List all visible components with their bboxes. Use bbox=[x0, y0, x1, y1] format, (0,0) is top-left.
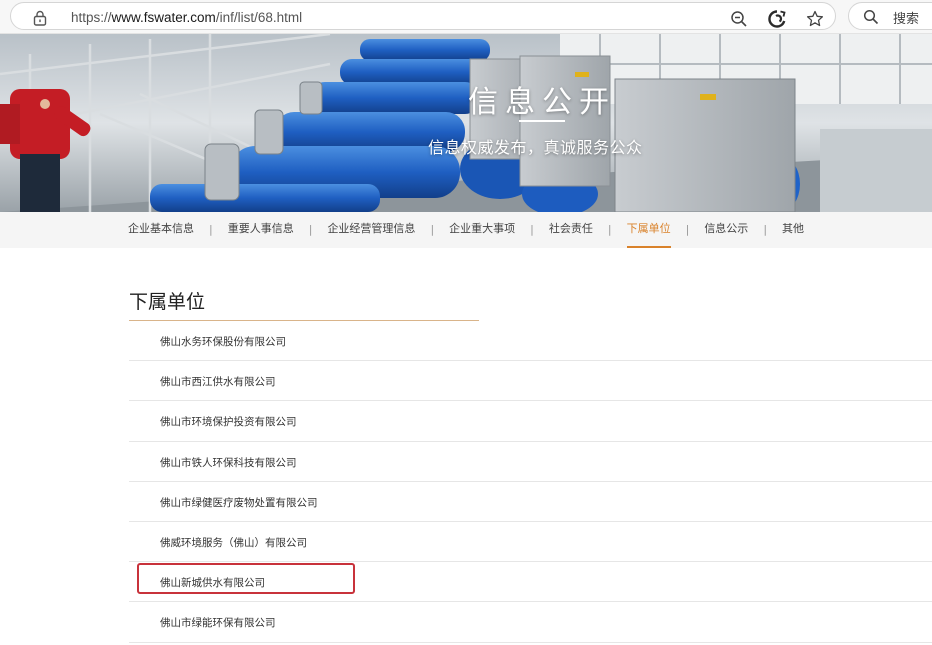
edge-refresh-icon[interactable] bbox=[767, 9, 787, 29]
hero-banner: 信息公开 信息权威发布，真诚服务公众 bbox=[0, 34, 932, 212]
banner-subtitle: 信息权威发布，真诚服务公众 bbox=[428, 138, 643, 157]
nav-tab-active[interactable]: 下属单位 bbox=[626, 212, 671, 248]
nav-tab[interactable]: 其他 bbox=[782, 212, 804, 248]
banner-title: 信息公开 bbox=[468, 85, 616, 120]
company-link[interactable]: 佛山市绿健医疗废物处置有限公司 bbox=[160, 495, 318, 510]
nav-tab[interactable]: 信息公示 bbox=[704, 212, 748, 248]
company-link[interactable]: 佛威环境服务（佛山）有限公司 bbox=[160, 535, 307, 550]
favorite-star-icon[interactable] bbox=[805, 9, 825, 29]
list-item: 佛山市绿健医疗废物处置有限公司 bbox=[129, 482, 932, 522]
nav-separator: | bbox=[763, 223, 768, 236]
nav-separator: | bbox=[308, 223, 313, 236]
banner-divider bbox=[519, 120, 565, 122]
browser-search-button[interactable]: 搜索 bbox=[848, 2, 932, 30]
lock-icon[interactable] bbox=[33, 10, 47, 26]
nav-separator: | bbox=[607, 223, 612, 236]
search-label: 搜索 bbox=[893, 12, 920, 27]
page-title: 下属单位 bbox=[129, 291, 206, 313]
highlight-box bbox=[137, 563, 355, 594]
company-list: 佛山水务环保股份有限公司 佛山市西江供水有限公司佛山市环境保护投资有限公司 佛山市铁… bbox=[129, 321, 932, 643]
nav-tab[interactable]: 重要人事信息 bbox=[228, 212, 294, 248]
list-item: 佛山市铁人环保科技有限公司 bbox=[129, 442, 932, 482]
nav-separator: | bbox=[430, 223, 435, 236]
nav-tab-list: 企业基本信息 | 重要人事信息 | 企业经营管理信息 | 企业重大事项 | 社会责任 | 下属单位 |… bbox=[128, 212, 804, 248]
list-item: 佛山水务环保股份有限公司 bbox=[129, 321, 932, 362]
nav-separator: | bbox=[530, 223, 534, 236]
url-path: /inf/list/68.html bbox=[215, 10, 303, 25]
search-icon bbox=[863, 9, 879, 25]
section-nav: 企业基本信息 | 重要人事信息 | 企业经营管理信息 | 企业重大事项 | 社会责任 | 下属单位 |… bbox=[0, 212, 932, 248]
company-link[interactable]: 佛山市环境保护投资有限公司 bbox=[160, 414, 297, 429]
nav-tab[interactable]: 企业基本信息 bbox=[128, 212, 194, 248]
pump-station-image bbox=[0, 34, 932, 212]
nav-tab[interactable]: 企业经营管理信息 bbox=[327, 212, 415, 248]
zoom-out-icon[interactable] bbox=[729, 9, 749, 29]
address-bar[interactable]: https://www.fswater.com/inf/list/68.html bbox=[10, 2, 836, 30]
list-item: 佛山市环境保护投资有限公司 bbox=[129, 401, 932, 442]
url-text[interactable]: https://www.fswater.com/inf/list/68.html bbox=[71, 10, 302, 25]
browser-toolbar: https://www.fswater.com/inf/list/68.html… bbox=[0, 0, 932, 34]
nav-tab[interactable]: 企业重大事项 bbox=[449, 212, 515, 248]
url-domain: www.fswater.com bbox=[111, 10, 216, 25]
nav-separator: | bbox=[685, 223, 690, 236]
nav-tab[interactable]: 社会责任 bbox=[549, 212, 593, 248]
company-link[interactable]: 佛山市铁人环保科技有限公司 bbox=[160, 455, 297, 470]
list-item: 佛威环境服务（佛山）有限公司 bbox=[129, 522, 932, 563]
company-link[interactable]: 佛山市绿能环保有限公司 bbox=[160, 615, 276, 630]
url-prefix: https:// bbox=[71, 10, 112, 25]
company-link[interactable]: 佛山市西江供水有限公司 bbox=[160, 374, 276, 389]
company-link[interactable]: 佛山水务环保股份有限公司 bbox=[160, 334, 286, 349]
nav-separator: | bbox=[209, 223, 213, 236]
list-item: 佛山市绿能环保有限公司 bbox=[129, 602, 932, 643]
list-item: 佛山市西江供水有限公司 bbox=[129, 361, 932, 402]
